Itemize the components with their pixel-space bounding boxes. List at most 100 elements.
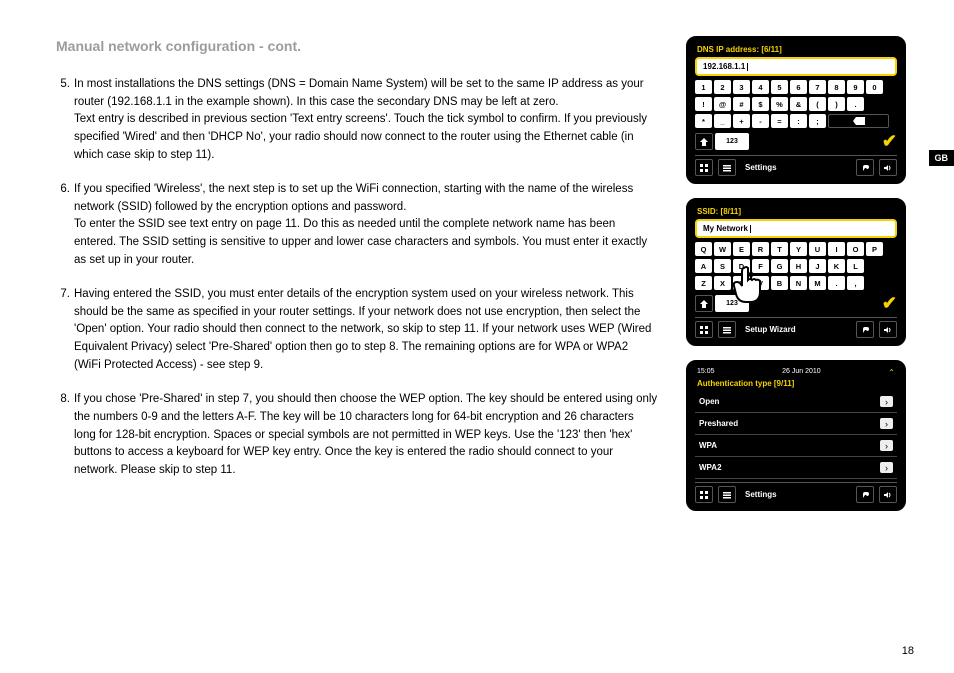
- step-number: 8.: [56, 391, 74, 480]
- wifi-icon: ⌃: [888, 368, 895, 377]
- keyboard-key[interactable]: *: [695, 114, 712, 128]
- keyboard-key[interactable]: R: [752, 242, 769, 256]
- keyboard-key[interactable]: K: [828, 259, 845, 273]
- keyboard-key[interactable]: $: [752, 97, 769, 111]
- shift-key[interactable]: [695, 133, 713, 150]
- keyboard-key[interactable]: ;: [809, 114, 826, 128]
- keyboard-key[interactable]: !: [695, 97, 712, 111]
- backspace-key[interactable]: [828, 114, 889, 128]
- chevron-right-icon: ›: [880, 396, 893, 407]
- step-number: 6.: [56, 181, 74, 270]
- keyboard-key[interactable]: W: [714, 242, 731, 256]
- keyboard-key[interactable]: S: [714, 259, 731, 273]
- device-screen-ssid: SSID: [8/11] My Network QWERTYUIOP ASDFG…: [686, 198, 906, 346]
- text-input[interactable]: My Network: [695, 219, 897, 238]
- step-7: 7. Having entered the SSID, you must ent…: [56, 286, 658, 375]
- screen-title: DNS IP address: [6/11]: [695, 44, 897, 57]
- back-icon[interactable]: [856, 486, 874, 503]
- keyboard-key[interactable]: :: [790, 114, 807, 128]
- apps-icon[interactable]: [695, 321, 713, 338]
- option-wpa[interactable]: WPA ›: [695, 435, 897, 457]
- apps-icon[interactable]: [695, 486, 713, 503]
- keyboard-key[interactable]: X: [714, 276, 731, 290]
- back-icon[interactable]: [856, 159, 874, 176]
- keyboard-key[interactable]: E: [733, 242, 750, 256]
- screen-title: SSID: [8/11]: [695, 206, 897, 219]
- keyboard-key[interactable]: O: [847, 242, 864, 256]
- keyboard-key[interactable]: N: [790, 276, 807, 290]
- keyboard-key[interactable]: 0: [866, 80, 883, 94]
- keyboard-key[interactable]: 1: [695, 80, 712, 94]
- keyboard-key[interactable]: 6: [790, 80, 807, 94]
- keyboard-key[interactable]: V: [752, 276, 769, 290]
- menu-icon[interactable]: [718, 159, 736, 176]
- keyboard-key[interactable]: Y: [790, 242, 807, 256]
- keyboard-key[interactable]: B: [771, 276, 788, 290]
- screen-title: Authentication type [9/11]: [695, 379, 897, 391]
- mode-key[interactable]: 123: [715, 295, 749, 312]
- keyboard-key[interactable]: P: [866, 242, 883, 256]
- step-number: 7.: [56, 286, 74, 375]
- keyboard-key[interactable]: J: [809, 259, 826, 273]
- keyboard-key[interactable]: F: [752, 259, 769, 273]
- keyboard-key[interactable]: A: [695, 259, 712, 273]
- shift-key[interactable]: [695, 295, 713, 312]
- status-time: 15:05: [697, 368, 715, 377]
- option-preshared[interactable]: Preshared ›: [695, 413, 897, 435]
- menu-icon[interactable]: [718, 486, 736, 503]
- step-text: If you specified 'Wireless', the next st…: [74, 181, 658, 217]
- text-input[interactable]: 192.168.1.1: [695, 57, 897, 76]
- footer-label: Settings: [745, 490, 777, 499]
- keyboard-key[interactable]: M: [809, 276, 826, 290]
- keyboard-key[interactable]: D: [733, 259, 750, 273]
- keyboard-key[interactable]: 3: [733, 80, 750, 94]
- keyboard-key[interactable]: H: [790, 259, 807, 273]
- keyboard-key[interactable]: L: [847, 259, 864, 273]
- keyboard-key[interactable]: #: [733, 97, 750, 111]
- keyboard-key[interactable]: 5: [771, 80, 788, 94]
- status-date: 26 Jun 2010: [782, 368, 821, 377]
- keyboard-key[interactable]: T: [771, 242, 788, 256]
- keyboard-key[interactable]: 9: [847, 80, 864, 94]
- keyboard-key[interactable]: .: [828, 276, 845, 290]
- option-label: Preshared: [699, 419, 738, 428]
- page-title: Manual network configuration - cont.: [56, 36, 658, 58]
- step-6: 6. If you specified 'Wireless', the next…: [56, 181, 658, 270]
- option-wpa2[interactable]: WPA2 ›: [695, 457, 897, 479]
- keyboard-key[interactable]: _: [714, 114, 731, 128]
- keyboard-key[interactable]: 8: [828, 80, 845, 94]
- keyboard-key[interactable]: @: [714, 97, 731, 111]
- keyboard-key[interactable]: C: [733, 276, 750, 290]
- keyboard-key[interactable]: ): [828, 97, 845, 111]
- option-label: WPA2: [699, 463, 722, 472]
- device-screen-auth: 15:05 26 Jun 2010 ⌃ Authentication type …: [686, 360, 906, 511]
- keyboard-key[interactable]: I: [828, 242, 845, 256]
- keyboard-key[interactable]: G: [771, 259, 788, 273]
- speaker-icon[interactable]: [879, 486, 897, 503]
- keyboard-key[interactable]: %: [771, 97, 788, 111]
- keyboard-key[interactable]: =: [771, 114, 788, 128]
- keyboard-key[interactable]: .: [847, 97, 864, 111]
- keyboard-key[interactable]: 7: [809, 80, 826, 94]
- keyboard-key[interactable]: ,: [847, 276, 864, 290]
- keyboard-key[interactable]: -: [752, 114, 769, 128]
- back-icon[interactable]: [856, 321, 874, 338]
- option-open[interactable]: Open ›: [695, 391, 897, 413]
- keyboard-key[interactable]: Z: [695, 276, 712, 290]
- confirm-check-icon[interactable]: ✔: [882, 293, 897, 314]
- page-number: 18: [902, 645, 914, 657]
- keyboard-key[interactable]: 2: [714, 80, 731, 94]
- footer-label: Settings: [745, 163, 777, 172]
- keyboard-key[interactable]: +: [733, 114, 750, 128]
- keyboard-key[interactable]: 4: [752, 80, 769, 94]
- keyboard-key[interactable]: &: [790, 97, 807, 111]
- confirm-check-icon[interactable]: ✔: [882, 131, 897, 152]
- speaker-icon[interactable]: [879, 321, 897, 338]
- menu-icon[interactable]: [718, 321, 736, 338]
- keyboard-key[interactable]: (: [809, 97, 826, 111]
- keyboard-key[interactable]: Q: [695, 242, 712, 256]
- apps-icon[interactable]: [695, 159, 713, 176]
- keyboard-key[interactable]: U: [809, 242, 826, 256]
- mode-key[interactable]: 123: [715, 133, 749, 150]
- speaker-icon[interactable]: [879, 159, 897, 176]
